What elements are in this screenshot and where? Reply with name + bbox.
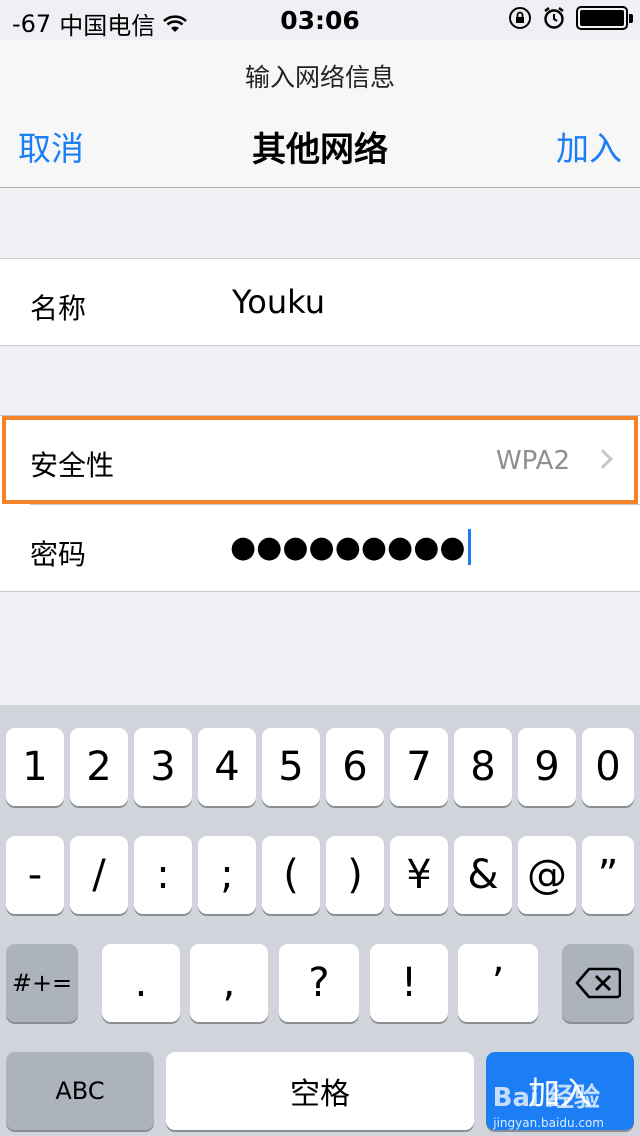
key-question[interactable]: ? [279, 944, 359, 1022]
nav-prompt: 输入网络信息 [244, 63, 395, 92]
key-exclamation[interactable]: ! [370, 944, 448, 1022]
space-key[interactable]: 空格 [166, 1052, 474, 1130]
backspace-icon [575, 967, 621, 999]
key-0[interactable]: 0 [582, 728, 634, 806]
cancel-button[interactable]: 取消 [18, 122, 84, 170]
rotation-lock-icon [509, 7, 531, 29]
battery-icon [576, 6, 633, 30]
key-slash[interactable]: / [70, 836, 128, 914]
divider [0, 345, 640, 346]
text-cursor [467, 529, 471, 565]
key-9[interactable]: 9 [518, 728, 576, 806]
watermark-url: jingyan.baidu.com [493, 1116, 604, 1130]
nav-row: 取消 其他网络 加入 [0, 120, 640, 170]
join-button[interactable]: 加入 [556, 122, 622, 170]
key-colon[interactable]: : [134, 836, 192, 914]
key-2[interactable]: 2 [70, 728, 128, 806]
key-1[interactable]: 1 [6, 728, 64, 806]
key-8[interactable]: 8 [454, 728, 512, 806]
key-yen[interactable]: ¥ [390, 836, 448, 914]
divider [0, 591, 640, 592]
name-field[interactable]: Youku [232, 283, 325, 321]
page-title: 其他网络 [252, 130, 388, 170]
key-open-paren[interactable]: ( [262, 836, 320, 914]
password-label: 密码 [30, 538, 87, 571]
key-comma[interactable]: , [190, 944, 268, 1022]
password-cell[interactable]: 密码 ●●●●●●●●● [0, 505, 640, 591]
key-quote[interactable]: ” [582, 836, 634, 914]
key-7[interactable]: 7 [390, 728, 448, 806]
delete-key[interactable] [562, 944, 634, 1022]
name-cell[interactable]: 名称 Youku [0, 259, 640, 345]
symbols-toggle-key[interactable]: #+= [6, 944, 78, 1022]
key-hyphen[interactable]: - [6, 836, 64, 914]
key-6[interactable]: 6 [326, 728, 384, 806]
status-right [508, 6, 633, 30]
password-masked-value: ●●●●●●●●● [230, 529, 466, 565]
key-apostrophe[interactable]: ’ [458, 944, 538, 1022]
key-3[interactable]: 3 [134, 728, 192, 806]
key-close-paren[interactable]: ) [326, 836, 384, 914]
highlight-box [2, 416, 638, 504]
name-label: 名称 [30, 292, 87, 325]
key-period[interactable]: . [102, 944, 180, 1022]
navigation-bar: 输入网络信息 取消 其他网络 加入 [0, 40, 640, 188]
status-bar: -67 中国电信 03:06 [0, 0, 640, 40]
abc-key[interactable]: ABC [6, 1052, 154, 1130]
key-ampersand[interactable]: & [454, 836, 512, 914]
key-5[interactable]: 5 [262, 728, 320, 806]
alarm-icon [544, 7, 564, 29]
key-semicolon[interactable]: ; [198, 836, 256, 914]
password-field[interactable]: ●●●●●●●●● [230, 529, 471, 565]
key-at[interactable]: @ [518, 836, 576, 914]
key-4[interactable]: 4 [198, 728, 256, 806]
keyboard: 1 2 3 4 5 6 7 8 9 0 - / : ; ( ) ¥ & @ ” … [0, 705, 640, 1136]
